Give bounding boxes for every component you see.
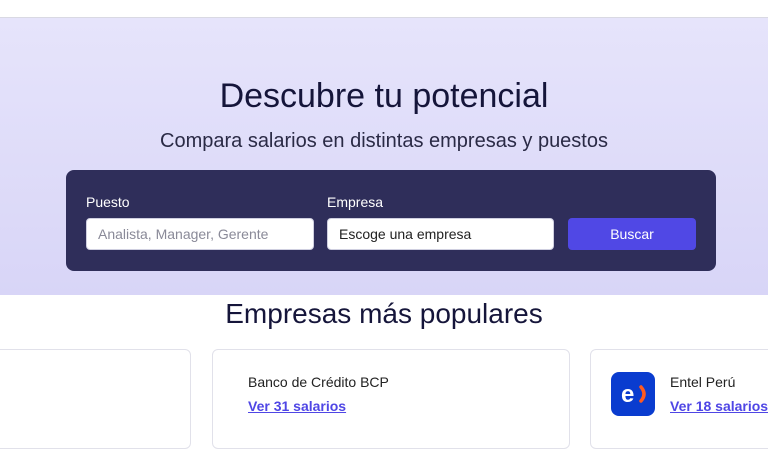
svg-text:e: e bbox=[621, 381, 634, 408]
hero-title: Descubre tu potencial bbox=[219, 77, 549, 115]
company-salaries-link[interactable]: Ver 18 salarios bbox=[670, 398, 768, 414]
empresa-select-value: Escoge una empresa bbox=[339, 226, 472, 242]
hero-subtitle: Compara salarios en distintas empresas y… bbox=[160, 130, 608, 152]
empresa-label: Empresa bbox=[327, 194, 384, 210]
company-name: Banco de Crédito BCP bbox=[248, 374, 389, 390]
company-card[interactable] bbox=[0, 349, 191, 449]
company-card-bcp[interactable]: Banco de Crédito BCP Ver 31 salarios bbox=[212, 349, 570, 449]
entel-logo-icon: e bbox=[611, 372, 655, 416]
empresa-select[interactable]: Escoge una empresa bbox=[327, 218, 554, 250]
salary-search-card: Puesto Empresa Escoge una empresa Buscar bbox=[66, 170, 716, 271]
company-salaries-link[interactable]: Ver 31 salarios bbox=[248, 398, 346, 414]
puesto-input[interactable] bbox=[86, 218, 314, 250]
company-name: Entel Perú bbox=[670, 374, 736, 390]
popular-companies-title: Empresas más populares bbox=[225, 298, 543, 329]
top-bar bbox=[0, 0, 768, 18]
search-button[interactable]: Buscar bbox=[568, 218, 696, 250]
hero-section: Descubre tu potencial Compara salarios e… bbox=[0, 18, 768, 295]
puesto-label: Puesto bbox=[86, 194, 130, 210]
company-card-entel[interactable]: e Entel Perú Ver 18 salarios bbox=[590, 349, 768, 449]
